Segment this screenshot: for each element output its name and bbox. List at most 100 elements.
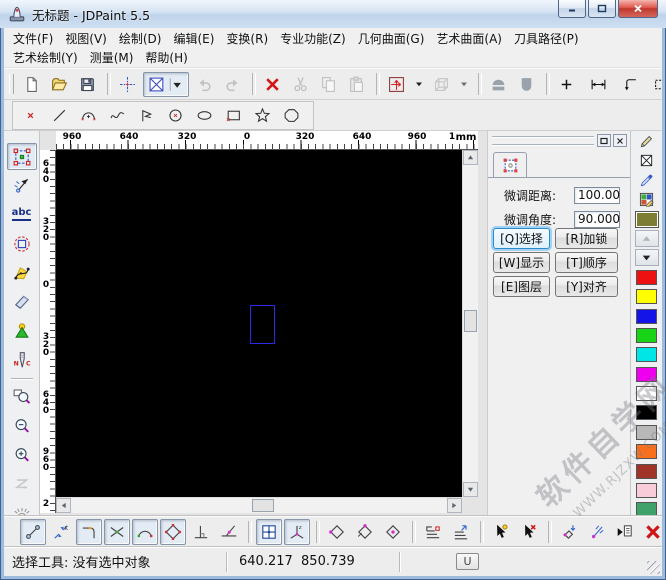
color-swatch[interactable] <box>635 404 659 421</box>
toolbar-grip[interactable] <box>9 74 14 94</box>
snap-quadrant[interactable] <box>160 519 186 545</box>
draw-rectangle[interactable] <box>220 103 246 128</box>
panel-button[interactable]: [R]加锁 <box>555 228 618 249</box>
horizontal-scrollbar[interactable] <box>56 497 462 513</box>
surface-dome[interactable] <box>486 72 511 97</box>
menu-item[interactable]: 几何曲面(G) <box>352 28 431 49</box>
color-swatch[interactable] <box>635 424 659 441</box>
menu-item[interactable]: 艺术曲面(A) <box>430 28 508 49</box>
minimize-button[interactable] <box>558 0 586 18</box>
nc-cutter-tool[interactable]: NC <box>7 346 37 373</box>
panel-button[interactable]: [W]显示 <box>493 252 550 273</box>
locate-crosshair[interactable] <box>115 72 140 97</box>
color-swatch[interactable] <box>635 346 659 363</box>
color-swatch[interactable] <box>635 482 659 499</box>
menu-item[interactable]: 帮助(H) <box>139 47 193 68</box>
draw-circle[interactable] <box>162 103 188 128</box>
maximize-button[interactable] <box>588 0 616 18</box>
selection-rectangle[interactable] <box>250 305 275 344</box>
new-document[interactable] <box>19 72 44 97</box>
eraser-tool[interactable] <box>7 288 37 315</box>
scroll-left-arrow[interactable] <box>56 498 71 513</box>
save-file[interactable] <box>75 72 100 97</box>
color-swatch[interactable] <box>635 385 659 402</box>
unit-button[interactable]: U <box>456 553 479 570</box>
field-value-input[interactable]: 100.00 <box>574 187 620 204</box>
zoom-window-tool[interactable] <box>7 383 37 410</box>
resize-grip[interactable] <box>647 561 660 574</box>
draw-ellipse[interactable] <box>191 103 217 128</box>
current-color-swatch[interactable] <box>635 211 659 228</box>
snap-nearest[interactable]: K <box>48 519 74 545</box>
close-button[interactable] <box>618 0 658 18</box>
delete[interactable] <box>260 72 285 97</box>
vertical-scrollbar[interactable] <box>462 150 478 497</box>
menu-item[interactable]: 专业功能(Z) <box>274 28 352 49</box>
color-swatch[interactable] <box>635 288 659 305</box>
scroll-right-arrow[interactable] <box>447 498 462 513</box>
transform-origin-axes[interactable] <box>384 72 409 97</box>
selection-mode[interactable] <box>143 72 189 97</box>
menu-item[interactable]: 绘制(D) <box>113 28 168 49</box>
open-file[interactable] <box>47 72 72 97</box>
surface-pocket[interactable] <box>514 72 539 97</box>
hscroll-thumb[interactable] <box>252 499 274 512</box>
menu-item[interactable]: 视图(V) <box>59 28 113 49</box>
no-fill-tool[interactable] <box>635 152 659 169</box>
render-view-tool[interactable] <box>7 499 37 516</box>
zoom-in-tool[interactable] <box>7 441 37 468</box>
snap-grid[interactable] <box>256 519 282 545</box>
snap-arc-point[interactable] <box>132 519 158 545</box>
snap-vertex[interactable] <box>324 519 350 545</box>
edit-palette-tool[interactable] <box>635 191 659 208</box>
measure-distance[interactable] <box>586 72 611 97</box>
measure-dimension[interactable] <box>650 72 662 97</box>
snap-center[interactable] <box>380 519 406 545</box>
draw-polygon[interactable] <box>278 103 304 128</box>
snap-endpoint[interactable] <box>20 519 46 545</box>
eyedropper-tool[interactable] <box>635 172 659 189</box>
color-swatch[interactable] <box>635 308 659 325</box>
color-swatch[interactable] <box>635 501 659 516</box>
scroll-down-arrow[interactable] <box>463 482 478 497</box>
draw-arc[interactable] <box>75 103 101 128</box>
field-value-input[interactable]: 90.000 <box>574 211 620 228</box>
measure-point[interactable] <box>554 72 579 97</box>
layer-pick[interactable] <box>448 519 474 545</box>
panel-button[interactable]: [T]顺序 <box>555 252 618 273</box>
pick-delete-point[interactable] <box>516 519 542 545</box>
drawing-canvas[interactable] <box>56 150 462 497</box>
snap-axis[interactable]: z <box>284 519 310 545</box>
color-swatch[interactable] <box>635 327 659 344</box>
snap-corner[interactable] <box>76 519 102 545</box>
panel-drag-grip[interactable] <box>492 136 594 145</box>
menu-item[interactable]: 文件(F) <box>7 28 59 49</box>
menu-item[interactable]: 变换(R) <box>220 28 274 49</box>
layer-move[interactable] <box>420 519 446 545</box>
verify-curve[interactable] <box>584 519 610 545</box>
snap-tangent[interactable] <box>216 519 242 545</box>
pick-list[interactable] <box>612 519 638 545</box>
draw-polyline[interactable] <box>133 103 159 128</box>
draw-point[interactable] <box>17 103 43 128</box>
spline-edit-tool[interactable] <box>7 259 37 286</box>
panel-tab-selection[interactable] <box>493 152 527 177</box>
cancel-operation[interactable] <box>640 519 662 545</box>
panel-button[interactable]: [Y]对齐 <box>555 276 618 297</box>
pen-color-tool[interactable] <box>635 133 659 150</box>
node-edit-tool[interactable] <box>7 172 37 199</box>
vscroll-thumb[interactable] <box>464 310 477 332</box>
menu-item[interactable]: 艺术绘制(Y) <box>7 47 84 68</box>
select-tool[interactable] <box>7 143 37 170</box>
scroll-up-arrow[interactable] <box>463 150 478 165</box>
panel-button[interactable]: [Q]选择 <box>493 228 550 249</box>
move-to-position[interactable] <box>556 519 582 545</box>
panel-restore-button[interactable] <box>597 134 611 147</box>
pick-add-point[interactable] <box>488 519 514 545</box>
panel-close-button[interactable] <box>613 134 627 147</box>
snap-intersection[interactable] <box>104 519 130 545</box>
color-swatch[interactable] <box>635 463 659 480</box>
draw-line[interactable] <box>46 103 72 128</box>
menu-item[interactable]: 刀具路径(P) <box>508 28 585 49</box>
menu-item[interactable]: 测量(M) <box>84 47 140 68</box>
